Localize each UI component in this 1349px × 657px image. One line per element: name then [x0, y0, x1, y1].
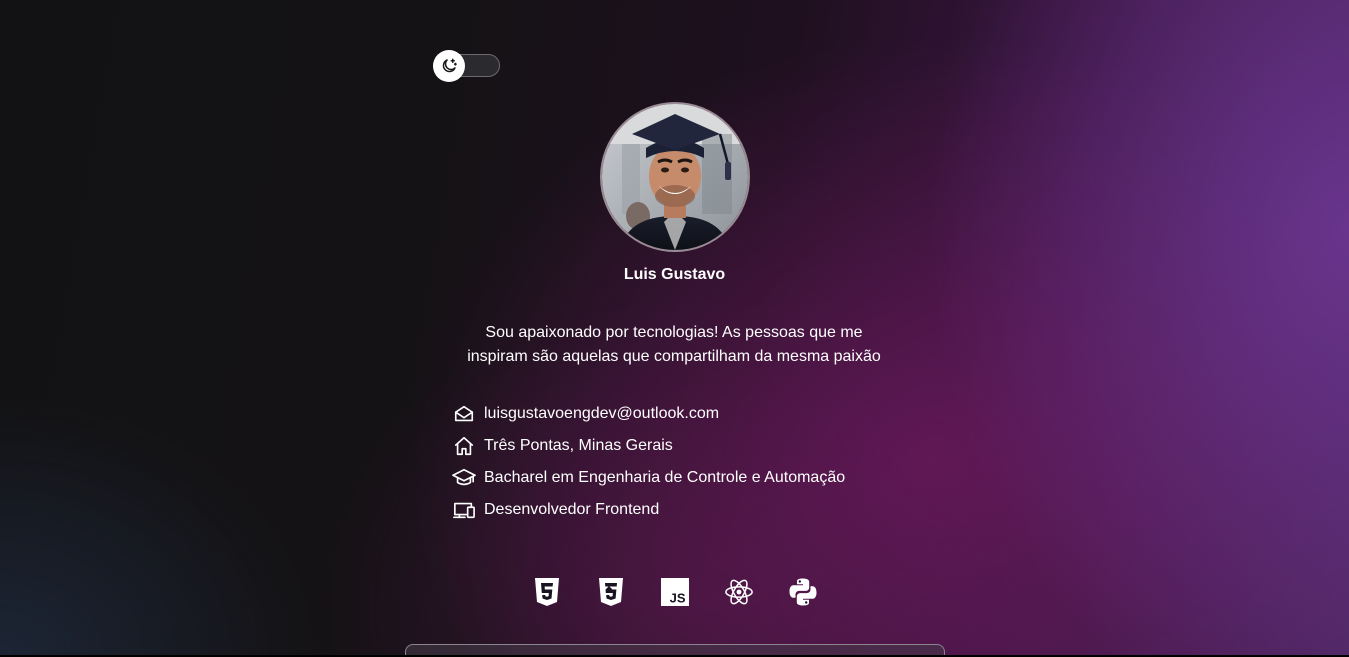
- moon-stars-icon: [442, 58, 457, 73]
- info-education: Bacharel em Engenharia de Controle e Aut…: [452, 462, 845, 494]
- email-text: luisgustavoengdev@outlook.com: [484, 405, 720, 422]
- devices-icon: [452, 498, 476, 522]
- info-role: Desenvolvedor Frontend: [452, 494, 845, 526]
- avatar: [600, 102, 750, 252]
- location-text: Três Pontas, Minas Gerais: [484, 437, 673, 454]
- css3-icon: [596, 577, 626, 607]
- html5-icon: [532, 577, 562, 607]
- profile-photo: [602, 104, 748, 250]
- svg-text:JS: JS: [670, 591, 686, 606]
- python-icon: [788, 577, 818, 607]
- javascript-icon: JS: [660, 577, 690, 607]
- toggle-knob[interactable]: [433, 50, 465, 82]
- envelope-icon: [452, 402, 476, 426]
- role-text: Desenvolvedor Frontend: [484, 501, 660, 518]
- house-icon: [452, 434, 476, 458]
- info-email: luisgustavoengdev@outlook.com: [452, 398, 845, 430]
- education-text: Bacharel em Engenharia de Controle e Aut…: [484, 469, 846, 486]
- graduation-cap-icon: [452, 466, 476, 490]
- profile-name: Luis Gustavo: [623, 266, 726, 283]
- bio: Sou apaixonado por tecnologias! As pesso…: [450, 321, 898, 369]
- react-icon: [724, 577, 754, 607]
- info-list: luisgustavoengdev@outlook.com Três Ponta…: [452, 398, 845, 526]
- bio-line: Sou apaixonado por tecnologias! As pesso…: [485, 324, 863, 341]
- info-location: Três Pontas, Minas Gerais: [452, 430, 845, 462]
- bio-line: inspiram são aquelas que compartilham da…: [467, 348, 881, 365]
- theme-toggle[interactable]: [433, 50, 500, 82]
- tech-list: JS: [532, 577, 818, 607]
